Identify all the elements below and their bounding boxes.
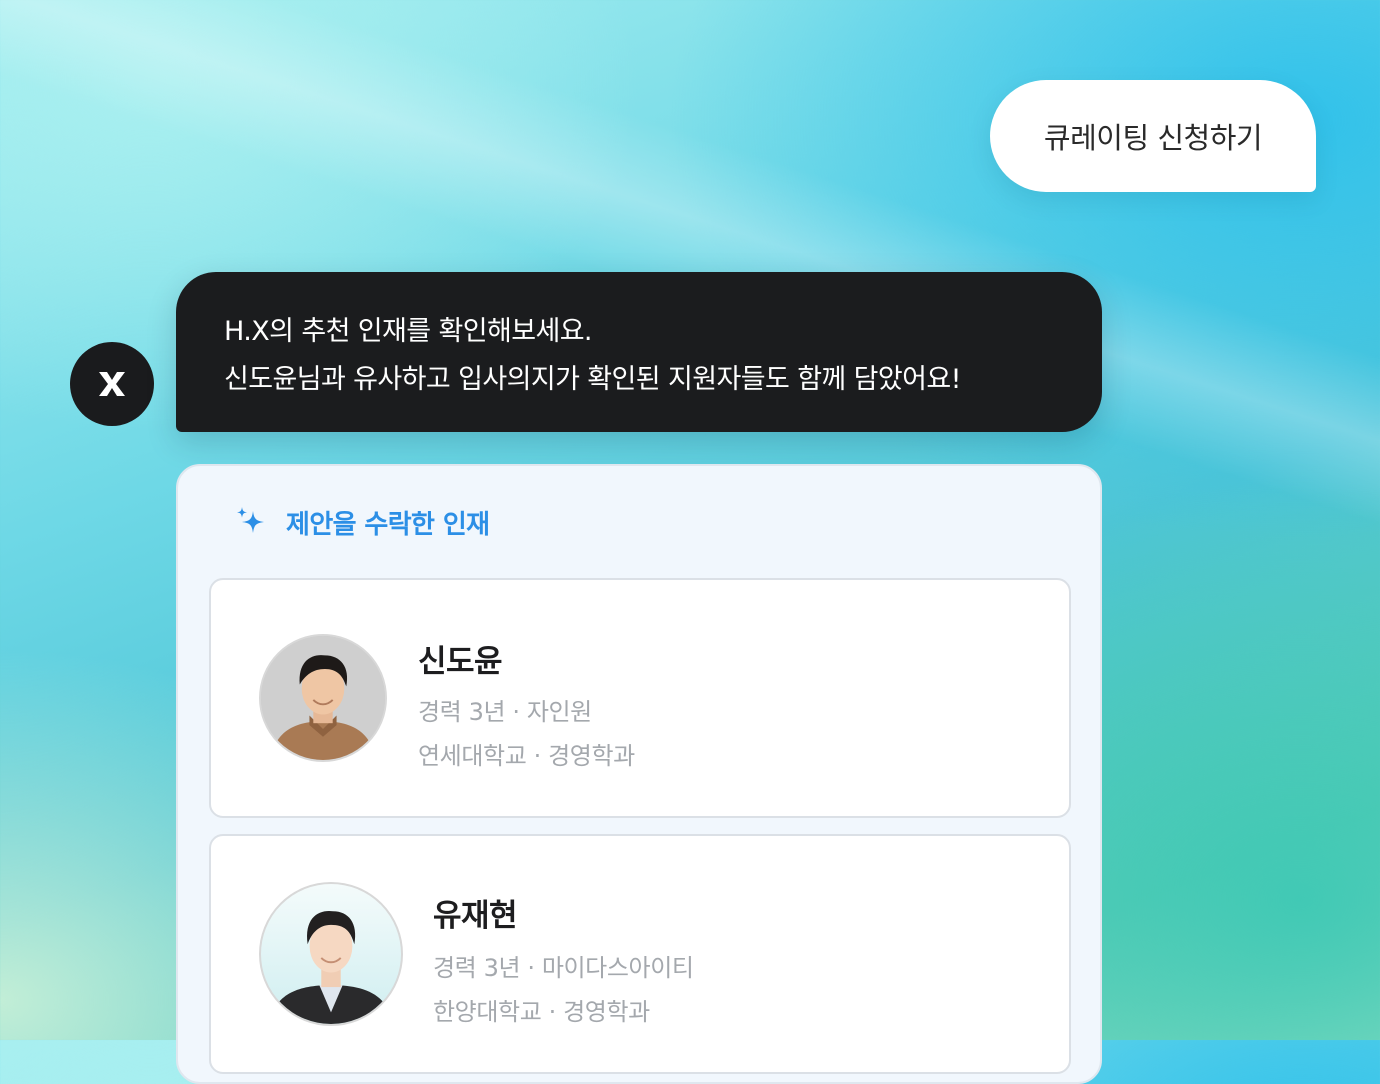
user-message-bubble: 큐레이팅 신청하기 [990, 80, 1316, 192]
panel-header: 제안을 수락한 인재 [234, 502, 490, 542]
candidate-card[interactable]: 신도윤 경력 3년 · 자인원 연세대학교 · 경영학과 [209, 578, 1071, 818]
candidate-career: 경력 3년 · 마이다스아이티 [433, 954, 694, 982]
candidate-name: 유재현 [433, 898, 518, 934]
bot-message-bubble: H.X의 추천 인재를 확인해보세요. 신도윤님과 유사하고 입사의지가 확인된… [176, 272, 1102, 432]
candidate-photo [259, 882, 403, 1026]
user-message-text: 큐레이팅 신청하기 [1043, 121, 1263, 155]
x-logo-icon [99, 372, 125, 396]
candidate-name: 신도윤 [418, 644, 503, 680]
panel-title: 제안을 수락한 인재 [286, 509, 490, 540]
bot-message-line-2: 신도윤님과 유사하고 입사의지가 확인된 지원자들도 함께 담았어요! [224, 364, 961, 395]
candidate-education: 연세대학교 · 경영학과 [418, 742, 635, 770]
profile-photo-icon [261, 636, 385, 760]
profile-photo-icon [268, 910, 394, 1024]
bot-avatar [70, 342, 154, 426]
recommendation-panel: 제안을 수락한 인재 신도윤 경력 3년 · 자인원 연세대학교 · 경영학과 [176, 464, 1102, 1084]
candidate-card[interactable]: 유재현 경력 3년 · 마이다스아이티 한양대학교 · 경영학과 [209, 834, 1071, 1074]
candidate-career: 경력 3년 · 자인원 [418, 698, 592, 726]
candidate-photo [259, 634, 387, 762]
bot-message-line-1: H.X의 추천 인재를 확인해보세요. [224, 316, 593, 347]
candidate-education: 한양대학교 · 경영학과 [433, 998, 650, 1026]
sparkle-icon [237, 507, 264, 533]
